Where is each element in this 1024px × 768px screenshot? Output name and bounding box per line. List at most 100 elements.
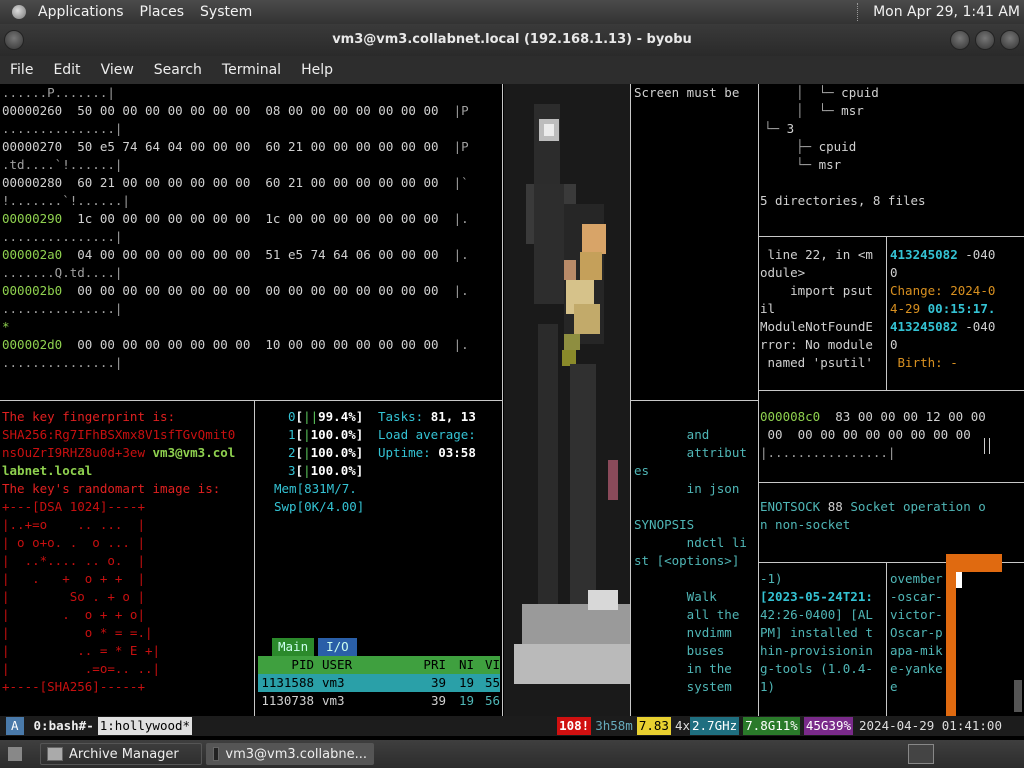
close-icon[interactable] bbox=[1000, 30, 1020, 50]
process-cell: 19 bbox=[458, 693, 474, 708]
man-page-line: es bbox=[634, 463, 650, 478]
tree-pane[interactable]: │ └─ cpuid │ └─ msr └─ 3 ├─ cpuid └─ msr… bbox=[760, 84, 1022, 234]
hex-address: 00000260 bbox=[2, 103, 63, 118]
tab-io[interactable]: I/O bbox=[318, 638, 357, 656]
uptime-status: 3h58m bbox=[595, 717, 633, 735]
load-status: 7.83 bbox=[636, 717, 671, 735]
tree-entry: 3 bbox=[786, 121, 795, 136]
hex-bytes: 00 00 00 00 00 00 00 00 10 00 00 00 00 0… bbox=[62, 337, 454, 352]
process-table[interactable]: 1131588vm33919551130738vm33919561131601v… bbox=[258, 674, 500, 714]
hex-ascii: |. bbox=[453, 211, 469, 226]
man-page-line: and bbox=[634, 427, 710, 442]
mem-value: Mem[831M/7. bbox=[274, 481, 357, 496]
cpu-bar: | bbox=[303, 445, 311, 460]
window-tab-hollywood[interactable]: 1:hollywood* bbox=[97, 717, 193, 735]
screen-message: Screen must be bbox=[634, 85, 740, 100]
menu-help[interactable]: Help bbox=[291, 56, 343, 84]
hex-bytes: 1c 00 00 00 00 00 00 00 1c 00 00 00 00 0… bbox=[62, 211, 454, 226]
man-page-line: attribut bbox=[634, 445, 747, 460]
man-page-pane[interactable]: and attribut es in json SYNOPSIS ndctl li s… bbox=[634, 408, 756, 714]
hexdump-line: 00000280 60 21 00 00 00 00 00 00 60 21 0… bbox=[2, 174, 500, 192]
traceback-pane[interactable]: line 22, in <m odule> import psut il Module… bbox=[760, 246, 884, 388]
ascii-art-pane[interactable] bbox=[504, 84, 630, 716]
screen-message-pane[interactable]: Screen must be bbox=[634, 84, 756, 398]
task-terminal[interactable]: vm3@vm3.collabne... bbox=[206, 743, 374, 765]
hex-bytes: 50 e5 74 64 04 00 00 00 60 21 00 00 00 0… bbox=[62, 139, 454, 154]
hex-ascii: |P bbox=[453, 139, 469, 154]
task-label: Archive Manager bbox=[69, 746, 179, 762]
column-header[interactable]: NI bbox=[446, 656, 474, 674]
process-row[interactable]: 1130738 vm3 39 19 56 bbox=[258, 692, 500, 710]
process-cell: 39 bbox=[430, 693, 446, 708]
cpu-meter: 2[|100.0%] bbox=[288, 445, 364, 460]
traceback-line: odule> bbox=[760, 265, 806, 280]
memory-meter: Mem[831M/7. bbox=[256, 480, 374, 498]
column-header[interactable]: USER bbox=[314, 656, 386, 674]
archive-manager-icon bbox=[47, 747, 63, 761]
hex-ascii: |. bbox=[453, 337, 469, 352]
stat-change-time: 00:15:17. bbox=[927, 301, 996, 316]
task-archive-manager[interactable]: Archive Manager bbox=[40, 743, 202, 765]
clock[interactable]: Mon Apr 29, 1:41 AM bbox=[865, 0, 1024, 24]
places-menu[interactable]: Places bbox=[132, 0, 193, 24]
window-tab-bash[interactable]: 0:bash#- bbox=[30, 717, 98, 735]
errno-pane[interactable]: ENOTSOCK 88 Socket operation o n non-soc… bbox=[760, 498, 1022, 558]
maximize-icon[interactable] bbox=[975, 30, 995, 50]
randomart-line: | . o + + o| bbox=[2, 607, 145, 622]
hex-address: 000002d0 bbox=[2, 337, 63, 352]
nato-pane[interactable]: ovember -oscar-victor- Oscar-p apa-mik e-yan… bbox=[890, 570, 950, 714]
column-header[interactable]: VI bbox=[474, 656, 500, 674]
ssh-keygen-pane[interactable]: The key fingerprint is: SHA256:Rg7IFhBSX… bbox=[2, 408, 252, 714]
column-header[interactable]: PID bbox=[258, 656, 314, 674]
nato-line: e-yanke bbox=[890, 661, 943, 676]
stat-pane[interactable]: 413245082 -040 0 Change: 2024-0 4-29 00:… bbox=[890, 246, 1022, 388]
apt-log-line: [2023-05-24T21: bbox=[760, 589, 873, 604]
menu-search[interactable]: Search bbox=[144, 56, 212, 84]
apt-log-pane[interactable]: -1) [2023-05-24T21: 42:26-0400] [AL PM] ins… bbox=[760, 570, 884, 714]
randomart-line: +----[SHA256]-----+ bbox=[2, 679, 145, 694]
apt-log-line: g-tools (1.0.4- bbox=[760, 661, 873, 676]
hex-bytes: 50 00 00 00 00 00 00 00 08 00 00 00 00 0… bbox=[62, 103, 454, 118]
process-cell: 56 bbox=[484, 693, 500, 708]
menu-view[interactable]: View bbox=[91, 56, 144, 84]
system-menu[interactable]: System bbox=[192, 0, 260, 24]
traceback-line: named 'psutil' bbox=[760, 355, 873, 370]
menu-terminal[interactable]: Terminal bbox=[212, 56, 291, 84]
uptime-value: 03:58 bbox=[438, 445, 476, 460]
tab-main[interactable]: Main bbox=[272, 638, 315, 656]
apt-log-line: -1) bbox=[760, 571, 783, 586]
block-cursor bbox=[956, 572, 962, 588]
ascii-figure-image bbox=[504, 84, 630, 716]
htop-pane[interactable]: 0[||99.4%] 1[|100.0%] 2[|100.0%] 3[|100.0%]… bbox=[256, 408, 500, 714]
show-desktop-icon[interactable] bbox=[8, 747, 22, 761]
task-label: vm3@vm3.collabne... bbox=[225, 746, 367, 762]
man-page-line: ndctl li bbox=[634, 535, 747, 550]
hexdump-pane[interactable]: ......P.......| 00000260 50 00 00 00 00 0… bbox=[2, 84, 500, 398]
hex-address: 00000290 bbox=[2, 211, 63, 226]
menu-edit[interactable]: Edit bbox=[43, 56, 90, 84]
hexdump-line: 000002d0 00 00 00 00 00 00 00 00 10 00 0… bbox=[2, 336, 500, 354]
scrollbar-thumb[interactable] bbox=[1014, 680, 1022, 712]
gnome-foot-icon[interactable] bbox=[12, 5, 26, 19]
terminal-area[interactable]: ......P.......| 00000260 50 00 00 00 00 0… bbox=[0, 84, 1024, 716]
window-titlebar[interactable]: vm3@vm3.collabnet.local (192.168.1.13) -… bbox=[0, 24, 1024, 56]
applications-menu[interactable]: Applications bbox=[30, 0, 132, 24]
traceback-line: import psut bbox=[760, 283, 873, 298]
process-table-header[interactable]: PID USER PRI NI VI bbox=[258, 656, 500, 674]
swap-value: Swp[0K/4.00] bbox=[274, 499, 365, 514]
tasks-label: Tasks: bbox=[378, 409, 424, 424]
column-header[interactable]: PRI bbox=[386, 656, 446, 674]
man-page-line: nvdimm bbox=[634, 625, 732, 640]
panel-separator bbox=[857, 3, 859, 21]
hex-ascii: ...............| bbox=[2, 355, 123, 370]
minimize-icon[interactable] bbox=[950, 30, 970, 50]
hexdump-line: ...............| bbox=[2, 228, 500, 246]
fingerprint-value: SHA256:Rg7IFhBSXmx8V1sfTGvQmit0 bbox=[2, 427, 236, 442]
workspace-switcher[interactable] bbox=[908, 744, 934, 764]
process-row[interactable]: 1131601vm3391955 bbox=[258, 710, 500, 714]
window-menu-icon[interactable] bbox=[4, 30, 24, 50]
hexdump-pane-2[interactable]: 000008c0 83 00 00 00 12 00 00 00 00 00 0… bbox=[760, 408, 1022, 480]
randomart-line: | o o+o. . o ... | bbox=[2, 535, 145, 550]
process-row[interactable]: 1131588 vm3 39 19 55 bbox=[258, 674, 500, 692]
menu-file[interactable]: File bbox=[0, 56, 43, 84]
